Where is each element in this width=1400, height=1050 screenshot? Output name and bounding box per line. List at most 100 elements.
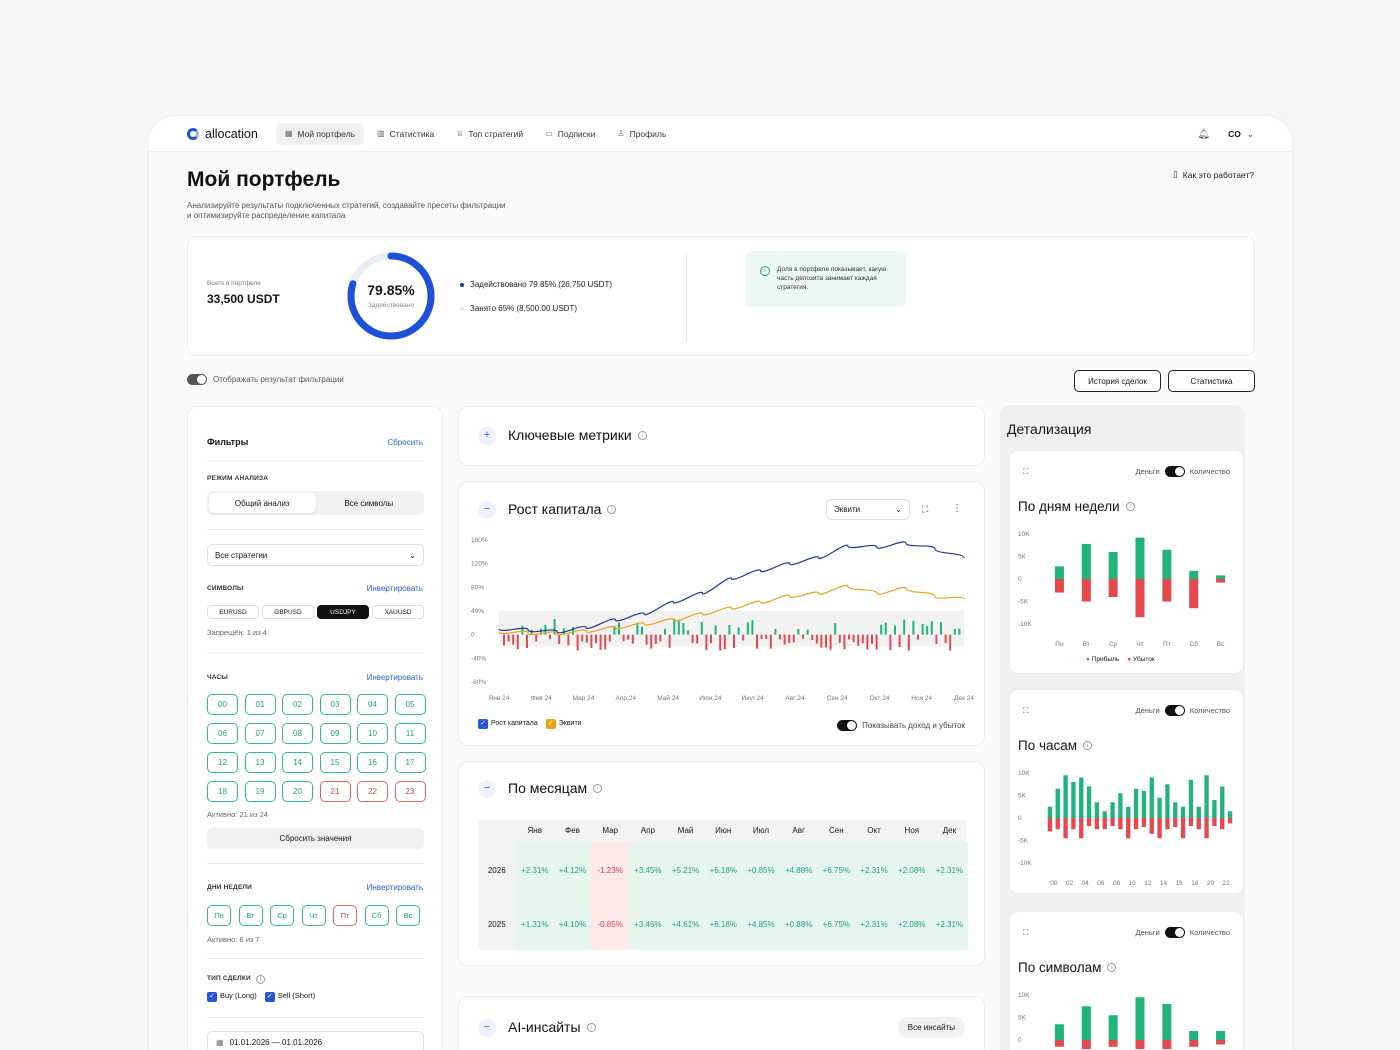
hour-chip-10[interactable]: 10 [357,723,388,744]
section-title-text: По дням недели [1018,499,1120,514]
money-count-toggle[interactable] [1164,927,1185,938]
day-filter-ср[interactable]: Ср [270,905,294,926]
more-vertical-icon[interactable]: ⋮ [952,503,962,514]
y-tick-label: -40% [471,655,486,662]
fullscreen-icon[interactable]: ⛶ [1023,928,1028,938]
nav-item-portfolio[interactable]: ▦ Мой портфель [275,122,364,145]
hour-chip-17[interactable]: 17 [394,752,426,773]
divider [207,529,424,530]
loss-bar [1055,818,1060,830]
statistics-button[interactable]: Статистика [1168,370,1255,392]
hour-chip-01[interactable]: 01 [244,694,276,715]
money-count-toggle[interactable] [1164,705,1185,716]
hour-chip-14[interactable]: 14 [282,752,313,773]
day-filter-чт[interactable]: Чт [301,905,326,926]
fullscreen-icon[interactable]: ⛶ [922,504,928,515]
money-count-switch: Деньги Количество [1135,705,1230,716]
filter-result-toggle[interactable] [187,374,207,385]
symbol-chip[interactable]: EURUSD [207,605,259,619]
pl-bar [719,634,722,651]
loss-bar [1204,818,1209,839]
hour-chip-04[interactable]: 04 [357,694,388,715]
hour-chip-06[interactable]: 06 [207,723,238,744]
strategy-select[interactable]: Все стратегии ⌄ [207,544,424,566]
day-filter-вс[interactable]: Вс [396,905,420,926]
mode-all-symbols[interactable]: Все символы [316,493,423,513]
hour-chip-23[interactable]: 23 [394,781,426,802]
hour-chip-02[interactable]: 02 [282,694,313,715]
invert-symbols-link[interactable]: Инвертировать [367,584,423,593]
symbols-chart: 10K 5K 0 [1018,992,1226,1049]
nav-item-top-strategies[interactable]: ♕ Топ стратегий [447,123,532,145]
hour-chip-09[interactable]: 09 [319,723,351,744]
bell-icon[interactable]: 🔔︎ [1197,129,1210,140]
hour-chip-19[interactable]: 19 [244,781,276,802]
hour-chip-08[interactable]: 08 [282,723,313,744]
mode-general[interactable]: Общий анализ [209,493,316,513]
profit-bar [1054,566,1064,579]
hour-chip-15[interactable]: 15 [319,752,351,773]
chart-mode-select[interactable]: Эквити ⌄ [826,499,910,520]
trade-history-button[interactable]: История сделок [1074,370,1161,392]
nav-item-profile[interactable]: ♙ Профиль [608,123,675,145]
month-value: +3.45% [634,920,662,929]
invert-hours-link[interactable]: Инвертировать [367,673,423,682]
collapse-icon[interactable]: − [478,501,496,519]
reset-values-button[interactable]: Сбросить значения [207,828,424,849]
day-filter-пт[interactable]: Пт [333,905,357,926]
legend-capital[interactable]: ✓ Рост капитала [478,719,538,729]
hour-chip-16[interactable]: 16 [357,752,388,773]
calendar-icon: ▦ [216,1037,224,1047]
x-tick-label: Ср [1109,641,1118,648]
day-filter-пн[interactable]: Пн [207,905,231,926]
hour-chip-20[interactable]: 20 [282,781,313,802]
money-count-toggle[interactable] [1164,466,1185,477]
collapse-icon[interactable]: − [478,1019,496,1037]
hour-chip-12[interactable]: 12 [207,752,238,773]
date-range-input[interactable]: ▦ 01.01.2026 — 01.01.2026 [207,1031,424,1050]
profit-bar [1133,788,1139,818]
hour-chip-22[interactable]: 22 [357,781,388,802]
all-insights-button[interactable]: Все инсайты [897,1017,965,1038]
invert-days-link[interactable]: Инвертировать [367,883,423,892]
logo[interactable]: allocation [187,127,258,141]
show-pl-toggle[interactable] [837,720,858,731]
profit-bar [1086,786,1092,818]
nav-item-statistics[interactable]: ▥ Статистика [368,123,443,145]
hours-chart: 10K 5K 0 -5K -10K 00 02 04 06 08 10 12 14 16 18 20 22 [1018,770,1233,887]
user-menu[interactable]: CO ⌄ [1228,129,1254,140]
pl-bar [912,620,915,635]
checkbox-sell[interactable]: ✓ Sell (Short) [264,991,315,1002]
symbol-chip[interactable]: USDJPY [317,605,369,619]
reset-filters-link[interactable]: Сбросить [387,438,423,447]
symbols-card: ⛶ Деньги Количество По символам i 10K 5K 0 [1009,911,1244,1050]
symbol-chip[interactable]: XAUUSD [372,605,424,619]
card-controls: ⛶ Деньги Количество [1023,705,1230,716]
hour-chip-18[interactable]: 18 [207,781,238,802]
legend-equity[interactable]: ✓ Эквити [545,719,582,729]
hour-chip-00[interactable]: 00 [207,694,238,715]
collapse-icon[interactable]: − [478,780,496,798]
day-filter-вт[interactable]: Вт [238,905,263,926]
hour-chip-05[interactable]: 05 [394,694,426,715]
nav-item-subscriptions[interactable]: ▭ Подписки [536,123,604,145]
how-it-works-link[interactable]: ▯ Как это работает? [1173,169,1254,180]
hour-chip-03[interactable]: 03 [319,694,351,715]
profit-bar [1135,537,1145,579]
loss-bar [1135,579,1145,618]
hour-chip-21[interactable]: 21 [319,781,351,802]
day-filter-сб[interactable]: Сб [364,905,389,926]
checkbox-buy[interactable]: ✓ Buy (Long) [207,991,257,1002]
count-label: Количество [1189,467,1230,476]
pl-bar [926,625,929,635]
hour-chip-11[interactable]: 11 [394,723,426,744]
card-controls: ⛶ Деньги Количество [1023,927,1230,938]
hour-chip-07[interactable]: 07 [244,723,276,744]
profit-bar [1212,800,1217,818]
symbol-chip[interactable]: GBPUSD [262,605,314,619]
expand-icon[interactable]: + [478,427,496,445]
fullscreen-icon[interactable]: ⛶ [1023,706,1028,716]
fullscreen-icon[interactable]: ⛶ [1023,467,1028,477]
grid-icon: ▦ [284,129,293,138]
hour-chip-13[interactable]: 13 [244,752,276,773]
